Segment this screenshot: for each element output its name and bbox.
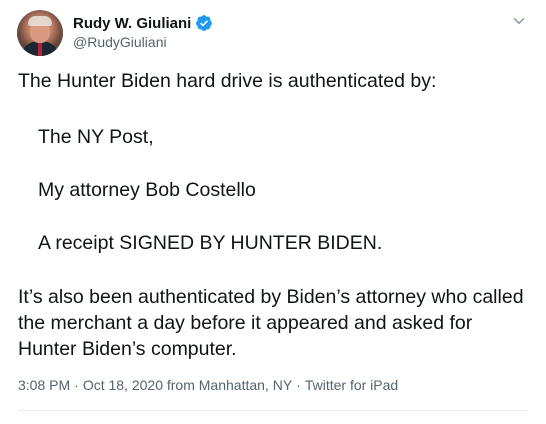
meta-separator-2: ·: [296, 377, 301, 393]
divider: [18, 410, 528, 411]
tweet-list-item-2: My attorney Bob Costello: [38, 179, 256, 201]
tweet-location[interactable]: Manhattan, NY: [199, 377, 292, 393]
tweet-list-item-1: The NY Post,: [38, 126, 154, 148]
author-avatar[interactable]: [17, 10, 63, 56]
tweet-list-item-3: A receipt SIGNED BY HUNTER BIDEN.: [38, 232, 383, 254]
author-handle[interactable]: @RudyGiuliani: [73, 34, 167, 50]
tweet-source[interactable]: Twitter for iPad: [305, 377, 398, 393]
tweet-metadata: 3:08 PM · Oct 18, 2020 from Manhattan, NY ·…: [18, 377, 398, 393]
tweet-date[interactable]: Oct 18, 2020: [83, 377, 163, 393]
tweet-time[interactable]: 3:08 PM: [18, 377, 70, 393]
avatar-hair: [28, 16, 52, 26]
author-name-row[interactable]: Rudy W. Giuliani: [73, 13, 213, 33]
tweet-card: Rudy W. Giuliani @RudyGiuliani The Hunte…: [0, 0, 546, 424]
meta-separator: ·: [74, 377, 79, 393]
tweet-text-paragraph2: It’s also been authenticated by Biden’s …: [18, 286, 524, 360]
author-display-name[interactable]: Rudy W. Giuliani: [73, 15, 191, 32]
avatar-tie: [38, 42, 42, 56]
verified-badge-icon: [196, 15, 213, 31]
location-prefix: from: [166, 377, 195, 393]
chevron-down-icon[interactable]: [510, 12, 528, 30]
tweet-text-line1: The Hunter Biden hard drive is authentic…: [18, 70, 437, 92]
